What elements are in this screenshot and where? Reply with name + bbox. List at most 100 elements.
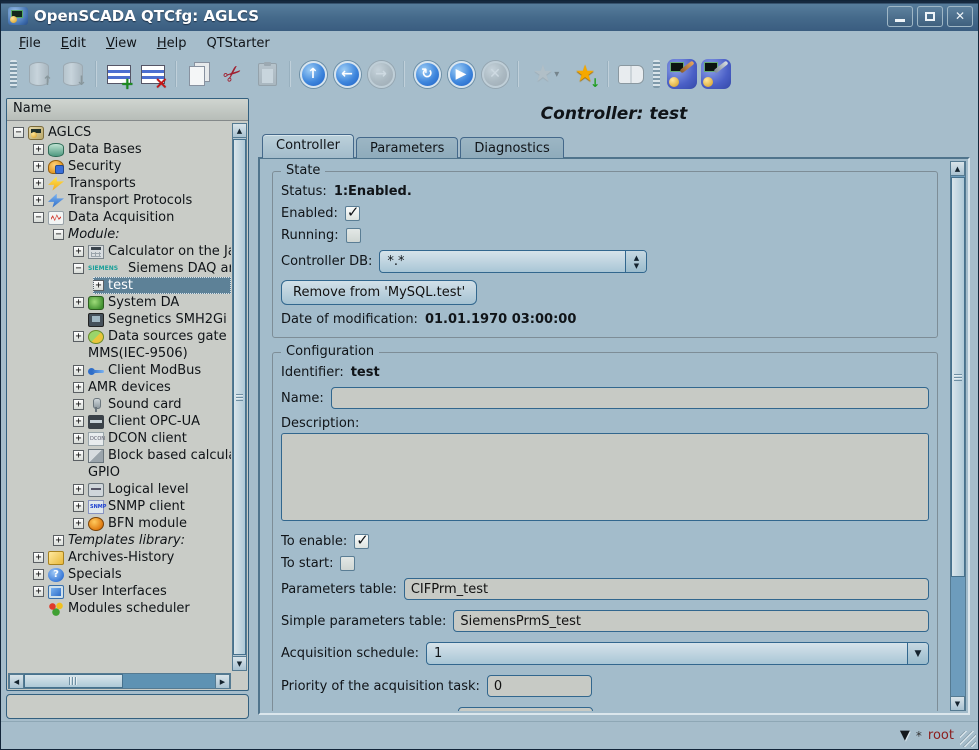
up-button[interactable]: ↑: [296, 57, 330, 91]
tree-item-logical-level[interactable]: +Logical level: [7, 481, 231, 498]
tree-item-data-bases[interactable]: +Data Bases: [7, 141, 231, 158]
tree-item-segnetics-smh2gi-ar[interactable]: Segnetics SMH2Gi ar: [7, 311, 231, 328]
stop-button[interactable]: ✕: [478, 57, 512, 91]
to-enable-checkbox[interactable]: ✓: [354, 534, 369, 549]
tree-item-templates-library[interactable]: +Templates library:: [7, 532, 231, 549]
tree-item-snmp-client[interactable]: +SNMP client: [7, 498, 231, 515]
copy-button[interactable]: [182, 57, 216, 91]
expand-box-icon[interactable]: +: [33, 586, 44, 597]
menu-help[interactable]: Help: [147, 33, 197, 54]
expand-box-icon[interactable]: +: [73, 501, 84, 512]
tree-item-sound-card[interactable]: +Sound card: [7, 396, 231, 413]
title-bar[interactable]: OpenSCADA QTCfg: AGLCS ✕: [1, 1, 978, 31]
tree-item-aglcs[interactable]: −AGLCS: [7, 124, 231, 141]
load-button[interactable]: ↑: [22, 57, 56, 91]
scroll-down-icon[interactable]: ▼: [232, 656, 247, 671]
minimize-button[interactable]: [887, 6, 913, 27]
tree-item-security[interactable]: +Security: [7, 158, 231, 175]
collapse-box-icon[interactable]: −: [53, 229, 64, 240]
refresh-button[interactable]: ↻: [410, 57, 444, 91]
tree-item-client-modbus[interactable]: +Client ModBus: [7, 362, 231, 379]
delete-item-button[interactable]: ✕: [136, 57, 170, 91]
start-button[interactable]: ▶: [444, 57, 478, 91]
tree-item-modules-scheduler[interactable]: Modules scheduler: [7, 600, 231, 617]
tree-item-data-sources-gate[interactable]: +Data sources gate: [7, 328, 231, 345]
tree-item-specials[interactable]: +Specials: [7, 566, 231, 583]
tree-item-user-interfaces[interactable]: +User Interfaces: [7, 583, 231, 600]
tree-item-bfn-module[interactable]: +BFN module: [7, 515, 231, 532]
enabled-checkbox[interactable]: ✓: [345, 206, 360, 221]
resize-grip[interactable]: [960, 731, 976, 747]
toolbar2-handle[interactable]: [653, 60, 660, 88]
expand-box-icon[interactable]: +: [93, 280, 104, 291]
tray-triangle-icon[interactable]: ▼: [900, 728, 910, 743]
tree-item-transports[interactable]: +Transports: [7, 175, 231, 192]
name-field[interactable]: [331, 387, 929, 409]
menu-edit[interactable]: Edit: [51, 33, 96, 54]
tree-item-archives-history[interactable]: +Archives-History: [7, 549, 231, 566]
expand-box-icon[interactable]: +: [73, 297, 84, 308]
to-start-checkbox[interactable]: ✓: [340, 556, 355, 571]
tree-item-data-acquisition[interactable]: −Data Acquisition: [7, 209, 231, 226]
expand-box-icon[interactable]: +: [73, 433, 84, 444]
expand-box-icon[interactable]: +: [73, 246, 84, 257]
back-button[interactable]: ←: [330, 57, 364, 91]
form-vscroll-thumb[interactable]: [951, 177, 965, 577]
add-favorite-button[interactable]: ★↓: [568, 57, 602, 91]
simple-parameters-table-field[interactable]: [453, 610, 929, 632]
collapse-box-icon[interactable]: −: [13, 127, 24, 138]
parameters-table-field[interactable]: [404, 578, 929, 600]
forward-button[interactable]: →: [364, 57, 398, 91]
spinner-arrows-icon[interactable]: ▲▼: [625, 251, 646, 272]
qtcfg-button[interactable]: [665, 57, 699, 91]
tree-vertical-scrollbar[interactable]: ▲ ▼: [232, 123, 247, 671]
scroll-right-icon[interactable]: ▶: [215, 674, 230, 689]
controller-db-select[interactable]: *.* ▲▼: [379, 250, 647, 273]
form-vertical-scrollbar[interactable]: ▲ ▼: [950, 161, 966, 711]
tree-item-mms-iec-9506[interactable]: MMS(IEC-9506): [7, 345, 231, 362]
expand-box-icon[interactable]: +: [53, 535, 64, 546]
expand-box-icon[interactable]: +: [73, 365, 84, 376]
add-item-button[interactable]: +: [102, 57, 136, 91]
acquisition-schedule-select[interactable]: 1 ▼: [426, 642, 929, 665]
tab-controller[interactable]: Controller: [262, 134, 354, 158]
qtstarter-button[interactable]: [699, 57, 733, 91]
tree-item-amr-devices[interactable]: +AMR devices: [7, 379, 231, 396]
cut-button[interactable]: ✂: [216, 57, 250, 91]
favorites-button[interactable]: ★▾: [524, 57, 568, 91]
manual-button[interactable]: [614, 57, 648, 91]
restore-timeout-field[interactable]: [458, 707, 593, 711]
menu-file[interactable]: File: [9, 33, 51, 54]
expand-box-icon[interactable]: +: [73, 518, 84, 529]
collapse-box-icon[interactable]: −: [73, 263, 84, 274]
expand-box-icon[interactable]: +: [73, 484, 84, 495]
menu-view[interactable]: View: [96, 33, 147, 54]
save-button[interactable]: ↓: [56, 57, 90, 91]
paste-button[interactable]: [250, 57, 284, 91]
menu-qtstarter[interactable]: QTStarter: [196, 33, 279, 54]
expand-box-icon[interactable]: +: [73, 416, 84, 427]
tree-item-gpio[interactable]: GPIO: [7, 464, 231, 481]
expand-box-icon[interactable]: +: [33, 178, 44, 189]
scroll-left-icon[interactable]: ◀: [9, 674, 24, 689]
tree-header[interactable]: Name: [7, 99, 248, 121]
tree-item-module[interactable]: −Module:: [7, 226, 231, 243]
tree-item-block-based-calculato[interactable]: +Block based calculato: [7, 447, 231, 464]
tree-filter-input[interactable]: [6, 694, 249, 719]
running-checkbox[interactable]: ✓: [346, 228, 361, 243]
scroll-up-icon[interactable]: ▲: [950, 161, 965, 176]
expand-box-icon[interactable]: +: [33, 144, 44, 155]
tree-item-siemens-daq-and-be[interactable]: −Siemens DAQ and Be: [7, 260, 231, 277]
tab-diagnostics[interactable]: Diagnostics: [460, 137, 563, 158]
close-button[interactable]: ✕: [947, 6, 973, 27]
expand-box-icon[interactable]: +: [33, 569, 44, 580]
priority-field[interactable]: [487, 675, 592, 697]
expand-box-icon[interactable]: +: [73, 382, 84, 393]
tab-parameters[interactable]: Parameters: [356, 137, 458, 158]
maximize-button[interactable]: [917, 6, 943, 27]
remove-db-button[interactable]: Remove from 'MySQL.test': [281, 280, 477, 305]
tree-item-dcon-client[interactable]: +DCON client: [7, 430, 231, 447]
tree-hscroll-thumb[interactable]: [24, 674, 123, 688]
tree-horizontal-scrollbar[interactable]: ◀ ▶: [8, 673, 231, 689]
description-field[interactable]: [281, 433, 929, 521]
